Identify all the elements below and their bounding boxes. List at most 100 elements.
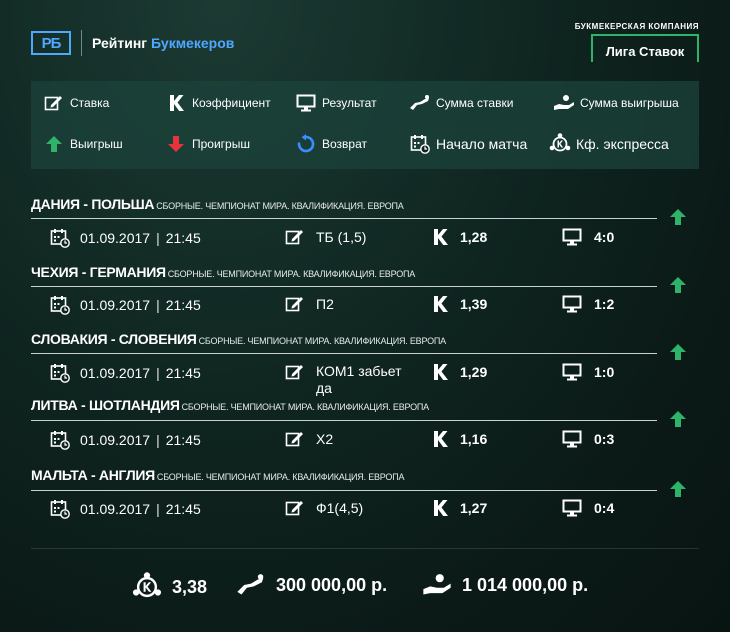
site-logo[interactable]: РБ (31, 31, 71, 55)
match-start: 01.09.2017 | 21:45 (50, 499, 201, 519)
legend-win-sum: Сумма выигрыша (553, 93, 679, 113)
match-coef: 1,16 (432, 430, 487, 448)
legend-express-coef-label: Кф. экспресса (576, 136, 669, 152)
stake-hand-icon (236, 572, 266, 598)
site-title[interactable]: Рейтинг Букмекеров (92, 35, 234, 51)
coefficient-k-icon (432, 228, 448, 246)
bet-type: ТБ (1,5) (316, 229, 367, 245)
bookmaker-logo[interactable]: Лига Ставок (591, 34, 699, 62)
legend-win: Выигрыш (43, 134, 123, 154)
result-score: 1:0 (594, 364, 615, 380)
win-hand-icon (422, 572, 452, 598)
bet-type: П2 (316, 296, 334, 312)
coefficient-k-icon (432, 295, 448, 313)
legend-refund: Возврат (295, 134, 367, 154)
match-row[interactable]: 01.09.2017 | 21:45 П2 1,39 1:2 (0, 290, 730, 320)
edit-icon (285, 295, 305, 313)
total-express-coef-value: 3,38 (172, 576, 208, 597)
bet-type: КОМ1 забьет (316, 363, 402, 379)
coefficient-k-icon (165, 93, 187, 113)
site-title-plain: Рейтинг (92, 35, 148, 51)
match-start: 01.09.2017 | 21:45 (50, 295, 201, 315)
legend-refund-label: Возврат (322, 137, 367, 151)
monitor-icon (562, 499, 582, 517)
result-score: 1:2 (594, 296, 615, 312)
match-coef: 1,39 (432, 295, 487, 313)
total-win-value: 1 014 000,00 р. (462, 574, 589, 595)
total-win: 1 014 000,00 р. (422, 572, 588, 598)
bet-type: Ф1(4,5) (316, 500, 364, 516)
monitor-icon (562, 430, 582, 448)
match-league: СБОРНЫЕ. ЧЕМПИОНАТ МИРА. КВАЛИФИКАЦИЯ. Е… (198, 336, 447, 346)
match-row[interactable]: 01.09.2017 | 21:45 Х2 1,16 0:3 (0, 425, 730, 455)
monitor-icon (562, 363, 582, 381)
match-row[interactable]: 01.09.2017 | 21:45 ТБ (1,5) 1,28 4:0 (0, 223, 730, 253)
match-result: 0:4 (562, 499, 614, 517)
coefficient-k-icon (432, 363, 448, 381)
match-coef: 1,29 (432, 363, 487, 381)
legend-win-label: Выигрыш (70, 137, 123, 151)
calendar-icon (50, 295, 70, 315)
match-divider (31, 353, 657, 354)
match-divider (31, 420, 657, 421)
header: РБ Рейтинг Букмекеров БУКМЕКЕРСКАЯ КОМПА… (0, 0, 730, 75)
match-row[interactable]: 01.09.2017 | 21:45 КОМ1 забьет да 1,29 1:0 (0, 358, 730, 396)
edit-icon (43, 93, 65, 113)
legend-result-label: Результат (322, 96, 377, 110)
match-bet: ТБ (1,5) (285, 228, 366, 246)
match-start: 01.09.2017 | 21:45 (50, 430, 201, 450)
calendar-icon (50, 499, 70, 519)
match-title: ДАНИЯ - ПОЛЬША СБОРНЫЕ. ЧЕМПИОНАТ МИРА. … (31, 196, 404, 212)
bet-type-continued: да (316, 380, 332, 396)
legend-win-sum-label: Сумма выигрыша (580, 96, 679, 110)
site-title-accent: Букмекеров (151, 35, 235, 51)
match-coef: 1,28 (432, 228, 487, 246)
match-league: СБОРНЫЕ. ЧЕМПИОНАТ МИРА. КВАЛИФИКАЦИЯ. Е… (156, 472, 405, 482)
match-bet: КОМ1 забьет да (285, 363, 401, 397)
header-divider (81, 30, 82, 56)
match-start: 01.09.2017 | 21:45 (50, 228, 201, 248)
match-teams: МАЛЬТА - АНГЛИЯ (31, 467, 155, 483)
match-teams: ЧЕХИЯ - ГЕРМАНИЯ (31, 264, 166, 280)
coef-value: 1,28 (460, 229, 488, 245)
monitor-icon (562, 228, 582, 246)
match-title: ЛИТВА - ШОТЛАНДИЯ СБОРНЫЕ. ЧЕМПИОНАТ МИР… (31, 397, 429, 413)
match-bet: Х2 (285, 430, 333, 448)
footer-divider (31, 548, 699, 549)
legend-coefficient-label: Коэффициент (192, 96, 271, 110)
legend-match-start: Начало матча (409, 134, 527, 154)
match-time: 21:45 (165, 297, 201, 313)
match-row[interactable]: 01.09.2017 | 21:45 Ф1(4,5) 1,27 0:4 (0, 494, 730, 524)
legend-result: Результат (295, 93, 377, 113)
match-start: 01.09.2017 | 21:45 (50, 363, 201, 383)
calendar-icon (409, 134, 431, 154)
match-time: 21:45 (165, 230, 201, 246)
match-time: 21:45 (165, 501, 201, 517)
coef-value: 1,29 (460, 364, 488, 380)
calendar-icon (50, 430, 70, 450)
match-result: 1:2 (562, 295, 614, 313)
match-teams: ДАНИЯ - ПОЛЬША (31, 196, 155, 212)
monitor-icon (562, 295, 582, 313)
match-teams: СЛОВАКИЯ - СЛОВЕНИЯ (31, 331, 197, 347)
match-date: 01.09.2017 (80, 501, 151, 517)
result-score: 0:4 (594, 500, 615, 516)
coefficient-k-icon (432, 499, 448, 517)
total-stake-value: 300 000,00 р. (276, 574, 388, 595)
win-hand-icon (553, 93, 575, 113)
match-teams: ЛИТВА - ШОТЛАНДИЯ (31, 397, 180, 413)
edit-icon (285, 499, 305, 517)
match-league: СБОРНЫЕ. ЧЕМПИОНАТ МИРА. КВАЛИФИКАЦИЯ. Е… (156, 201, 404, 211)
edit-icon (285, 430, 305, 448)
match-divider (31, 286, 657, 287)
coef-value: 1,27 (460, 500, 488, 516)
coef-value: 1,16 (460, 431, 488, 447)
match-bet: Ф1(4,5) (285, 499, 363, 517)
result-score: 0:3 (594, 431, 615, 447)
coefficient-k-icon (432, 430, 448, 448)
match-title: ЧЕХИЯ - ГЕРМАНИЯ СБОРНЫЕ. ЧЕМПИОНАТ МИРА… (31, 264, 415, 280)
match-date: 01.09.2017 (80, 432, 151, 448)
bet-type: Х2 (316, 431, 334, 447)
legend-bet: Ставка (43, 93, 109, 113)
match-title: СЛОВАКИЯ - СЛОВЕНИЯ СБОРНЫЕ. ЧЕМПИОНАТ М… (31, 331, 446, 347)
